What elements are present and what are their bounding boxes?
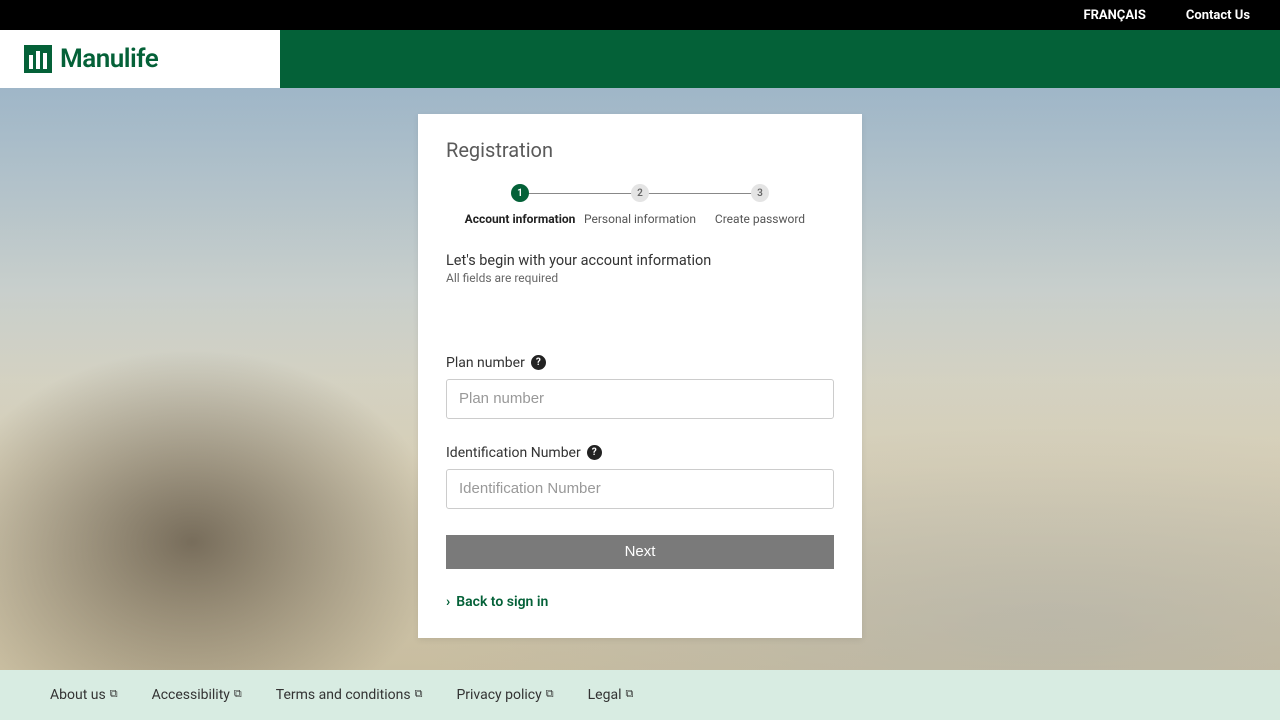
plan-number-label: Plan number ? [446, 355, 834, 371]
next-button[interactable]: Next [446, 535, 834, 569]
step-indicator: 1 Account information 2 Personal informa… [446, 184, 834, 228]
registration-card: Registration 1 Account information 2 Per… [418, 114, 862, 638]
language-link[interactable]: FRANÇAIS [1083, 8, 1145, 23]
identification-number-label: Identification Number ? [446, 445, 834, 461]
chevron-right-icon: › [446, 594, 450, 610]
identification-number-label-text: Identification Number [446, 445, 581, 461]
step-label: Personal information [584, 212, 696, 228]
footer-link-text: Legal [588, 687, 622, 703]
help-icon[interactable]: ? [587, 445, 602, 460]
brand-bar: Manulife [0, 30, 1280, 88]
back-to-signin-link[interactable]: › Back to sign in [446, 594, 548, 610]
identification-number-input[interactable] [446, 469, 834, 509]
step-1: 1 Account information [460, 184, 580, 228]
footer-link-text: Privacy policy [456, 687, 541, 703]
help-icon[interactable]: ? [531, 355, 546, 370]
step-circle: 3 [751, 184, 769, 202]
external-link-icon: ⧉ [110, 687, 118, 701]
brand-box: Manulife [0, 30, 280, 88]
card-title: Registration [446, 138, 834, 162]
external-link-icon: ⧉ [546, 687, 554, 701]
external-link-icon: ⧉ [625, 687, 633, 701]
external-link-icon: ⧉ [415, 687, 423, 701]
footer-link-text: About us [50, 687, 106, 703]
step-circle: 1 [511, 184, 529, 202]
footer-link-about[interactable]: About us ⧉ [50, 687, 118, 703]
footer-link-text: Accessibility [152, 687, 230, 703]
footer-link-text: Terms and conditions [276, 687, 411, 703]
step-2: 2 Personal information [580, 184, 700, 228]
footer-link-terms[interactable]: Terms and conditions ⧉ [276, 687, 423, 703]
manulife-logo-icon [24, 45, 52, 73]
footer-link-legal[interactable]: Legal⧉ [588, 687, 634, 703]
contact-link[interactable]: Contact Us [1186, 8, 1250, 23]
footer-link-accessibility[interactable]: Accessibility ⧉ [152, 687, 242, 703]
footer-link-privacy[interactable]: Privacy policy ⧉ [456, 687, 553, 703]
step-circle: 2 [631, 184, 649, 202]
sub-text: All fields are required [446, 271, 834, 285]
external-link-icon: ⧉ [234, 687, 242, 701]
plan-number-input[interactable] [446, 379, 834, 419]
footer: About us ⧉ Accessibility ⧉ Terms and condi… [0, 670, 1280, 720]
hero-background: Registration 1 Account information 2 Per… [0, 88, 1280, 670]
topbar: FRANÇAIS Contact Us [0, 0, 1280, 30]
step-label: Create password [715, 212, 805, 228]
lead-text: Let's begin with your account informatio… [446, 252, 834, 269]
brand-name: Manulife [60, 44, 158, 74]
step-label: Account information [465, 212, 576, 228]
step-3: 3 Create password [700, 184, 820, 228]
back-link-text: Back to sign in [456, 594, 548, 610]
plan-number-label-text: Plan number [446, 355, 525, 371]
